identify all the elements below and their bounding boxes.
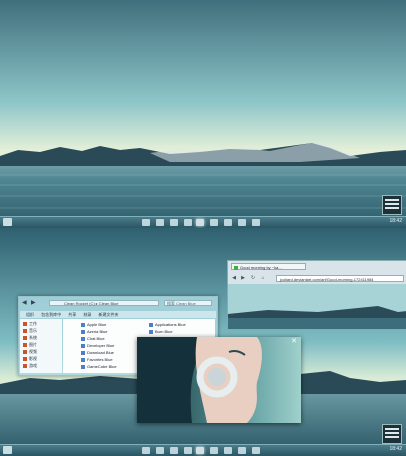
navigation-pane: 工作 音乐 系统 图片 视频 影视 游戏	[20, 319, 62, 373]
desktop-wallpaper	[0, 0, 406, 228]
folder-item[interactable]: Burn Blue	[149, 329, 173, 335]
folder-icon	[23, 357, 27, 361]
app-taskbar-icon[interactable]	[224, 446, 232, 454]
app-taskbar-icon[interactable]	[170, 446, 178, 454]
nav-item[interactable]: 音乐	[23, 328, 61, 334]
home-icon[interactable]: ⌂	[260, 276, 266, 281]
back-icon[interactable]: ◀	[22, 299, 31, 306]
toolbar-new-folder[interactable]: 新建文件夹	[99, 312, 119, 317]
explorer-titlebar: ◀ ▶ Clean Rocket (C) ▸ Clean Blue 搜索 Cle…	[19, 297, 217, 309]
folder-item[interactable]: GameCube Blue	[81, 364, 117, 370]
nav-item[interactable]: 游戏	[23, 363, 61, 369]
toolbar-share[interactable]: 共享	[68, 312, 76, 317]
app-taskbar-icon[interactable]	[184, 218, 192, 226]
nav-item[interactable]: 系统	[23, 335, 61, 341]
browser-window[interactable]: Good morning by ~ka... ◀ ▶ ↻ ⌂ jcollard.…	[227, 260, 406, 330]
taskbar: 18:42	[0, 216, 406, 228]
taskbar: 18:42	[0, 444, 406, 456]
folder-icon	[23, 329, 27, 333]
app-taskbar-icon[interactable]	[224, 218, 232, 226]
desktop-gadget[interactable]	[382, 195, 402, 215]
browser-tab[interactable]: Good morning by ~ka...	[231, 263, 306, 270]
page-wallpaper-preview	[228, 284, 406, 329]
desktop-screen-top: 18:42	[0, 0, 406, 228]
toolbar-include-library[interactable]: 包含到库中	[41, 312, 61, 317]
toolbar-organize[interactable]: 组织	[26, 312, 34, 317]
browser-page	[228, 284, 406, 329]
folder-item[interactable]: Download Blue	[81, 350, 114, 356]
portrait-artwork	[137, 337, 301, 423]
forward-icon[interactable]: ▶	[31, 299, 40, 306]
browser-taskbar-icon[interactable]	[156, 446, 164, 454]
start-button[interactable]	[3, 446, 12, 454]
image-viewer-popup[interactable]: ✕	[137, 337, 301, 423]
browser-taskbar-icon[interactable]	[156, 218, 164, 226]
explorer-taskbar-icon[interactable]	[142, 446, 150, 454]
desktop-gadget[interactable]	[382, 424, 402, 444]
folder-item[interactable]: Applications Blue	[149, 322, 186, 328]
folder-item[interactable]: Favorites Blue	[81, 357, 113, 363]
explorer-taskbar-icon[interactable]	[142, 218, 150, 226]
forward-icon[interactable]: ▶	[240, 276, 246, 281]
nav-item[interactable]: 图片	[23, 342, 61, 348]
app-taskbar-icon[interactable]	[238, 218, 246, 226]
back-icon[interactable]: ◀	[231, 276, 237, 281]
close-icon[interactable]: ✕	[290, 338, 298, 346]
address-bar[interactable]: Clean Rocket (C) ▸ Clean Blue	[49, 300, 159, 306]
folder-item[interactable]: Chat Blue	[81, 336, 105, 342]
start-button[interactable]	[3, 218, 12, 226]
app-taskbar-icon[interactable]	[238, 446, 246, 454]
app-taskbar-icon[interactable]	[210, 446, 218, 454]
folder-icon	[23, 350, 27, 354]
app-taskbar-icon[interactable]	[252, 446, 260, 454]
folder-icon	[23, 343, 27, 347]
app-taskbar-icon[interactable]	[170, 218, 178, 226]
folder-icon	[23, 322, 27, 326]
nav-item[interactable]: 影视	[23, 356, 61, 362]
tray-clock[interactable]: 18:42	[389, 218, 402, 224]
nav-item[interactable]: 工作	[23, 321, 61, 327]
app-taskbar-icon[interactable]	[252, 218, 260, 226]
explorer-toolbar: 组织 包含到库中 共享 刻录 新建文件夹	[20, 311, 216, 318]
search-input[interactable]: 搜索 Clean Blue	[164, 300, 212, 306]
folder-item[interactable]: Apple Blue	[81, 322, 106, 328]
active-app-taskbar-icon[interactable]	[196, 218, 204, 226]
folder-icon	[23, 364, 27, 368]
folder-icon	[23, 336, 27, 340]
tray-clock[interactable]: 18:42	[389, 446, 402, 452]
active-app-taskbar-icon[interactable]	[196, 446, 204, 454]
app-taskbar-icon[interactable]	[184, 446, 192, 454]
reload-icon[interactable]: ↻	[250, 276, 256, 281]
toolbar-burn[interactable]: 刻录	[83, 312, 91, 317]
address-bar[interactable]: jcollard.deviantart.com/art/Good-morning…	[276, 275, 404, 282]
nav-item[interactable]: 视频	[23, 349, 61, 355]
folder-item[interactable]: Azeria Blue	[81, 329, 107, 335]
folder-item[interactable]: Developer Blue	[81, 343, 114, 349]
app-taskbar-icon[interactable]	[210, 218, 218, 226]
